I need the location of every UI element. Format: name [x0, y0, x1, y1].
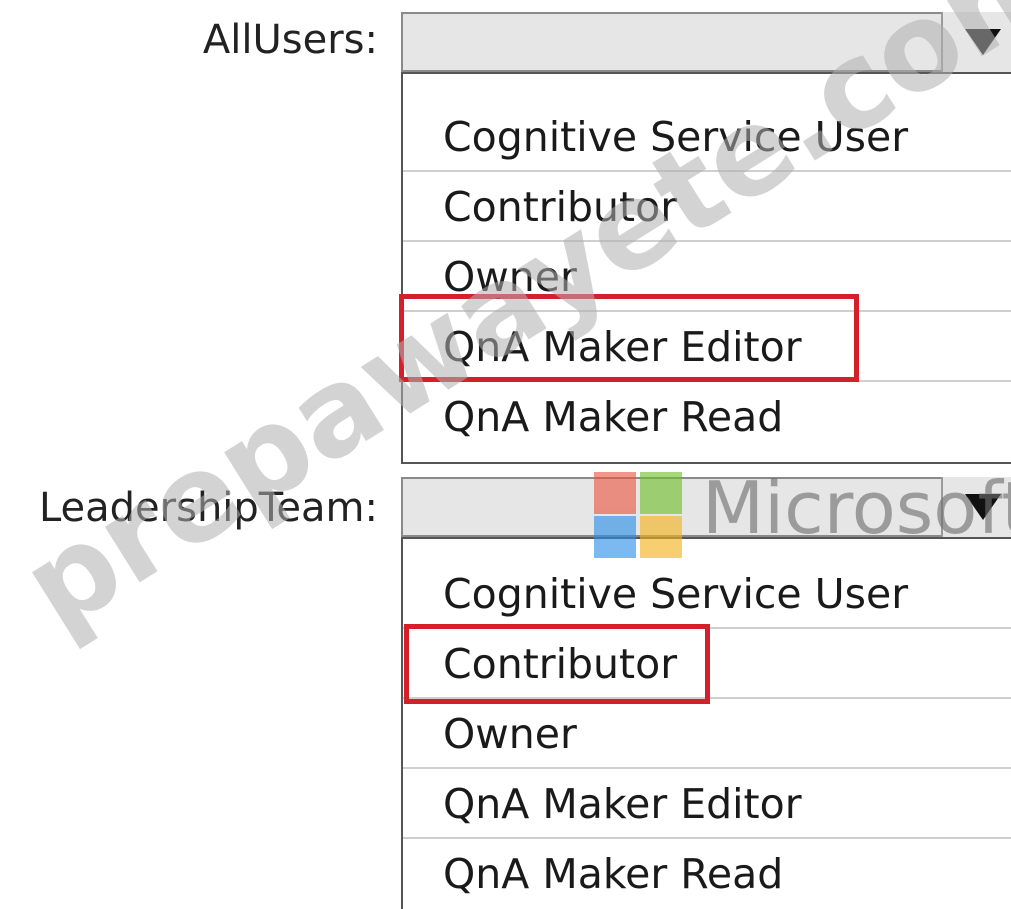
leadershipteam-option[interactable]: Owner: [403, 699, 1011, 769]
allusers-dropdown[interactable]: [401, 12, 1011, 72]
allusers-label: AllUsers:: [202, 17, 378, 63]
leadershipteam-option-selected[interactable]: Contributor: [403, 629, 1011, 699]
leadershipteam-option[interactable]: QnA Maker Editor: [403, 769, 1011, 839]
leadershipteam-label: LeadershipTeam:: [38, 485, 378, 531]
allusers-dropdown-toggle[interactable]: [941, 12, 1011, 72]
allusers-option-selected[interactable]: QnA Maker Editor: [403, 312, 1011, 382]
allusers-option[interactable]: Cognitive Service User: [403, 102, 1011, 172]
microsoft-logo-icon: Microsoft: [592, 470, 1011, 560]
leadershipteam-option[interactable]: QnA Maker Read: [403, 839, 1011, 909]
allusers-option[interactable]: Owner: [403, 242, 1011, 312]
microsoft-logo-text: Microsoft: [702, 466, 1011, 550]
logo-red-square: [594, 472, 636, 514]
logo-green-square: [640, 472, 682, 514]
leadershipteam-options-list: Cognitive Service User Contributor Owner…: [401, 537, 1011, 909]
triangle-down-icon: [965, 29, 1001, 55]
allusers-option[interactable]: QnA Maker Read: [403, 382, 1011, 452]
logo-blue-square: [594, 516, 636, 558]
logo-yellow-square: [640, 516, 682, 558]
allusers-options-list: Cognitive Service User Contributor Owner…: [401, 72, 1011, 464]
allusers-option[interactable]: Contributor: [403, 172, 1011, 242]
leadershipteam-option[interactable]: Cognitive Service User: [403, 559, 1011, 629]
